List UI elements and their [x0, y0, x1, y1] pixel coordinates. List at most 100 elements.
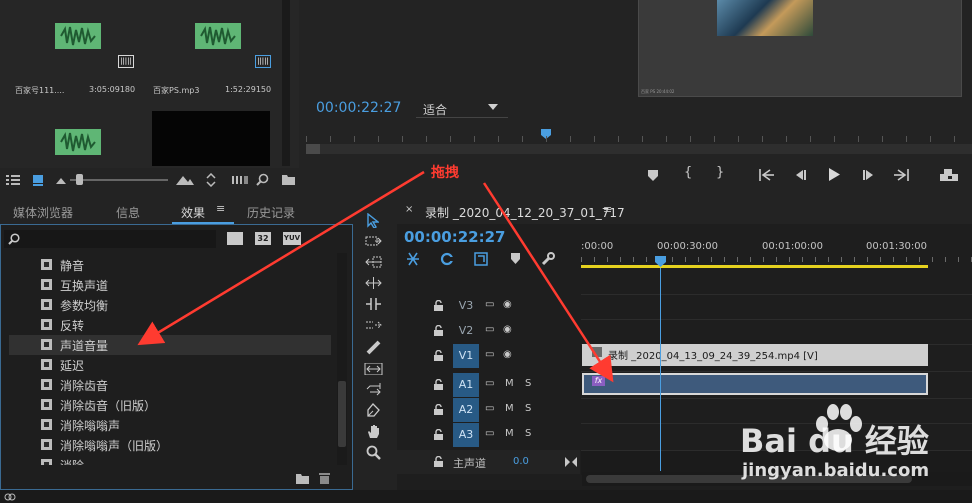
audio-clip[interactable]: fx: [582, 373, 928, 395]
snap-icon[interactable]: [406, 252, 420, 266]
program-scrub-bar[interactable]: [306, 128, 972, 158]
mute-button[interactable]: M: [505, 378, 514, 389]
time-ruler[interactable]: :00:00 00:00:30:00 00:01:00:00 00:01:30:…: [581, 232, 972, 272]
automate-sequence-icon[interactable]: [232, 174, 248, 186]
sort-icon[interactable]: [206, 173, 216, 187]
effect-item[interactable]: 消除...: [9, 455, 331, 465]
mute-button[interactable]: M: [505, 403, 514, 414]
slip-tool-icon[interactable]: [366, 340, 381, 355]
effect-item[interactable]: 延迟: [9, 355, 331, 375]
solo-button[interactable]: S: [525, 378, 531, 389]
zoom-tool-icon[interactable]: [366, 445, 381, 460]
effect-item[interactable]: 消除嗡嗡声（旧版）: [9, 435, 331, 455]
effect-item[interactable]: 参数均衡: [9, 295, 331, 315]
eye-icon[interactable]: ◉: [503, 324, 512, 335]
playhead-handle-icon[interactable]: [655, 256, 666, 267]
list-view-icon[interactable]: [6, 174, 20, 186]
tab-effects[interactable]: 效果: [181, 204, 205, 221]
lock-icon[interactable]: [434, 300, 443, 311]
accelerated-effects-button[interactable]: [227, 232, 243, 245]
step-back-icon[interactable]: [793, 169, 807, 181]
icon-view-icon[interactable]: [32, 174, 44, 186]
export-frame-icon[interactable]: [940, 169, 958, 181]
track-select-tool-icon[interactable]: [365, 235, 382, 247]
zoom-slider-handle[interactable]: [76, 174, 83, 185]
ripple-edit-tool-icon[interactable]: [365, 256, 382, 268]
pen-draw-icon[interactable]: [366, 403, 381, 418]
tab-history[interactable]: 历史记录: [247, 204, 295, 221]
linked-selection-icon[interactable]: [440, 252, 454, 266]
effect-item[interactable]: 消除齿音: [9, 375, 331, 395]
effect-item[interactable]: 消除齿音（旧版）: [9, 395, 331, 415]
new-bin-folder-icon[interactable]: [282, 174, 295, 185]
solo-button[interactable]: S: [525, 403, 531, 414]
lock-icon[interactable]: [434, 456, 443, 467]
play-icon[interactable]: [828, 168, 840, 181]
lock-icon[interactable]: [434, 379, 443, 390]
video-clip[interactable]: 录制 _2020_04_13_09_24_39_254.mp4 [V]: [582, 344, 928, 366]
timeline-marker-icon[interactable]: [511, 253, 520, 264]
effect-item[interactable]: 反转: [9, 315, 331, 335]
master-value[interactable]: 0.0: [513, 456, 529, 467]
mute-button[interactable]: M: [505, 428, 514, 439]
sync-lock-icon[interactable]: ▭: [485, 349, 494, 360]
sync-lock-icon[interactable]: ▭: [485, 428, 494, 439]
go-to-in-icon[interactable]: [758, 169, 774, 181]
effects-search-input[interactable]: [22, 231, 214, 247]
effect-item[interactable]: 静音: [9, 255, 331, 275]
fit-select[interactable]: 适合: [416, 99, 508, 118]
tab-menu-icon[interactable]: ≡: [216, 202, 225, 215]
sync-lock-icon[interactable]: ▭: [485, 299, 494, 310]
go-to-out-icon[interactable]: [894, 169, 910, 181]
track-name[interactable]: V2: [453, 319, 479, 343]
effects-scrollbar[interactable]: [337, 253, 347, 465]
timeline-tab[interactable]: × 录制 _2020_04_12_20_37_01_717 ≡: [397, 196, 972, 224]
new-bin-folder-icon[interactable]: [296, 473, 309, 484]
eye-icon[interactable]: ◉: [503, 349, 512, 360]
bin-item-audio-2[interactable]: ||||| 百家PS.mp3 1:52:29150: [145, 0, 283, 100]
timeline-timecode[interactable]: 00:00:22:27: [404, 228, 506, 246]
rate-stretch-tool-icon[interactable]: [365, 298, 382, 310]
track-name[interactable]: A2: [453, 398, 479, 422]
bin-item-audio-3[interactable]: [5, 105, 143, 165]
sync-lock-icon[interactable]: ▭: [485, 403, 494, 414]
bin-scrollbar[interactable]: [282, 0, 290, 166]
track-name[interactable]: A3: [453, 423, 479, 447]
trash-icon[interactable]: [319, 472, 330, 484]
32bit-effects-button[interactable]: 32: [255, 232, 271, 245]
mark-out-icon[interactable]: }: [716, 165, 724, 180]
timeline-menu-icon[interactable]: ≡: [603, 203, 612, 216]
bin-item-audio-1[interactable]: ||||| 百家号111.... 3:05:09180: [5, 0, 143, 100]
work-area-bar[interactable]: [581, 265, 928, 268]
solo-button[interactable]: S: [525, 428, 531, 439]
add-marker-icon[interactable]: [648, 170, 658, 181]
search-icon[interactable]: [256, 173, 269, 186]
eye-icon[interactable]: ◉: [503, 299, 512, 310]
lock-icon[interactable]: [434, 404, 443, 415]
step-forward-icon[interactable]: [862, 169, 876, 181]
zoom-slider[interactable]: [70, 174, 168, 185]
tab-media-browser[interactable]: 媒体浏览器: [13, 204, 73, 221]
razor-tool-icon[interactable]: [365, 319, 382, 332]
track-name[interactable]: A1: [453, 373, 479, 397]
effects-search-box[interactable]: [4, 230, 216, 248]
go-to-end-icon[interactable]: [565, 457, 577, 467]
nest-sequence-icon[interactable]: [474, 252, 488, 266]
hand-tool-icon[interactable]: [366, 424, 381, 439]
track-name[interactable]: V1: [453, 344, 479, 368]
effect-item[interactable]: 互换声道: [9, 275, 331, 295]
rolling-edit-tool-icon[interactable]: [365, 277, 382, 289]
program-timecode[interactable]: 00:00:22:27: [316, 100, 401, 116]
mark-in-icon[interactable]: {: [684, 165, 692, 180]
effect-item[interactable]: 消除嗡嗡声: [9, 415, 331, 435]
lock-icon[interactable]: [434, 325, 443, 336]
effect-item-selected[interactable]: 声道音量: [9, 335, 331, 355]
lock-icon[interactable]: [434, 350, 443, 361]
pen-tool-icon[interactable]: [366, 383, 381, 396]
sync-lock-icon[interactable]: ▭: [485, 324, 494, 335]
wrench-icon[interactable]: [541, 252, 555, 266]
tab-info[interactable]: 信息: [116, 204, 140, 221]
sync-lock-icon[interactable]: ▭: [485, 378, 494, 389]
yuv-effects-button[interactable]: YUV: [283, 232, 301, 245]
lock-icon[interactable]: [434, 429, 443, 440]
